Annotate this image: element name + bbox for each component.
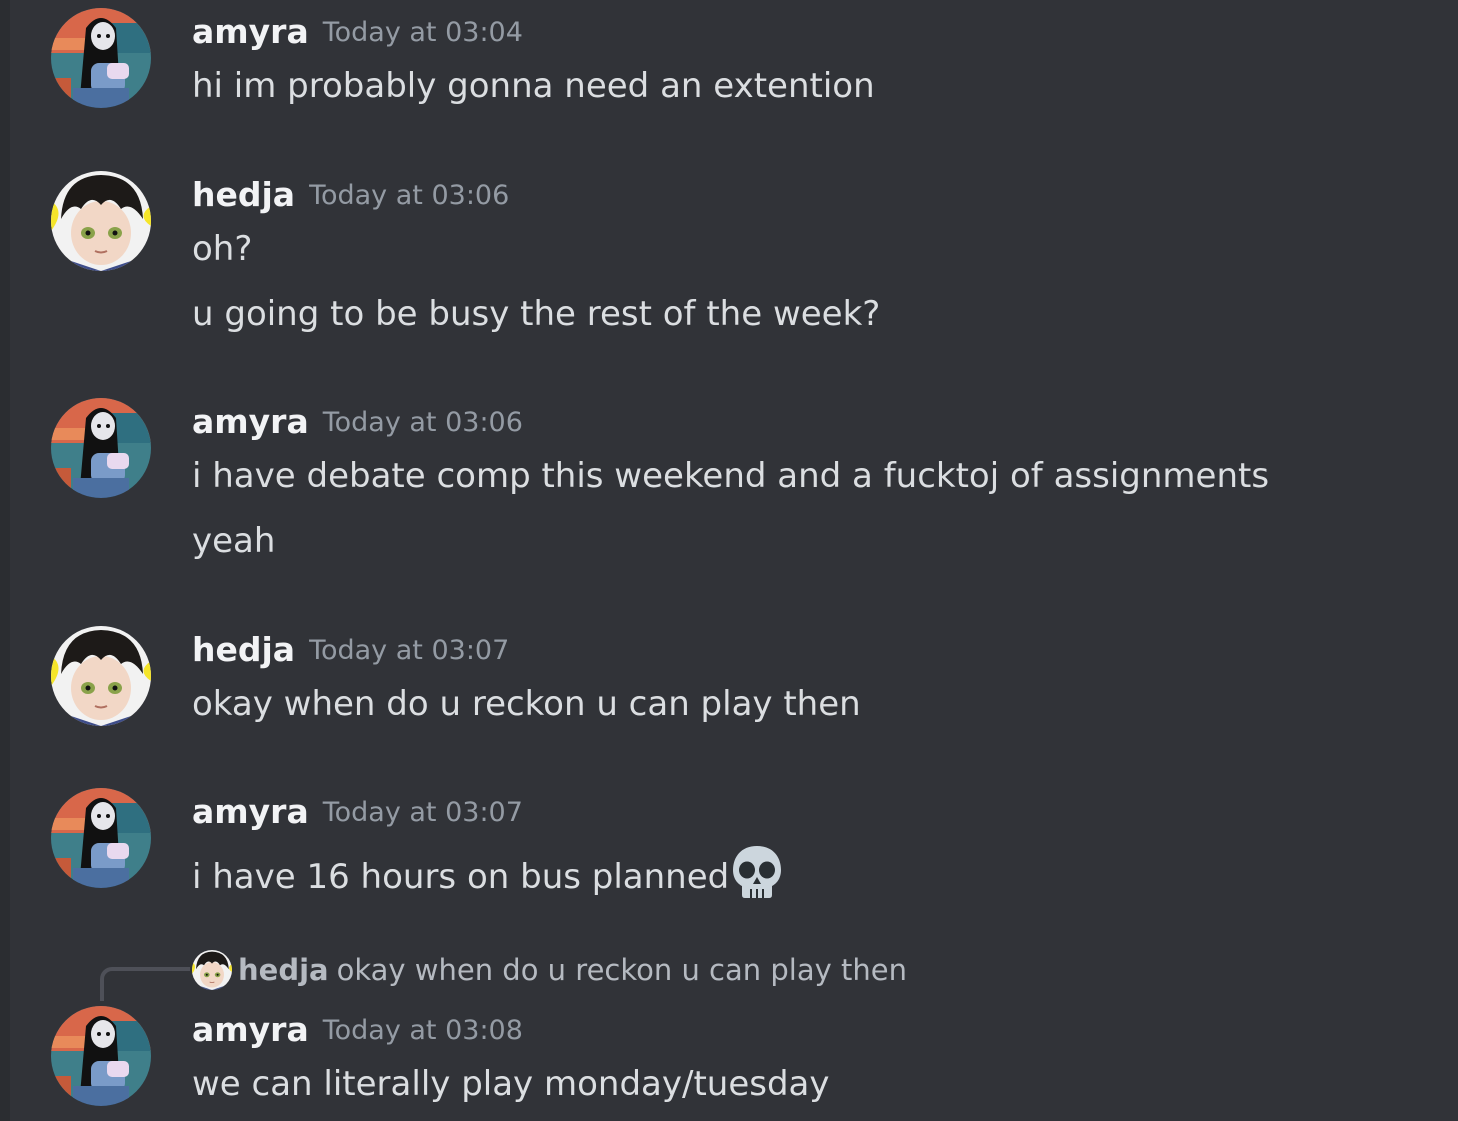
timestamp[interactable]: Today at 03:04 (323, 17, 523, 48)
message-text: i have 16 hours on bus planned (192, 844, 783, 900)
author-name[interactable]: amyra (192, 402, 309, 441)
reply-text[interactable]: okay when do u reckon u can play then (337, 953, 907, 987)
hedja-avatar-icon[interactable] (192, 950, 232, 990)
skull-emoji[interactable] (731, 844, 783, 900)
timestamp[interactable]: Today at 03:08 (323, 1015, 523, 1046)
message-text: u going to be busy the rest of the week? (192, 294, 881, 334)
reply-preview[interactable]: hedja okay when do u reckon u can play th… (192, 948, 907, 992)
author-name[interactable]: amyra (192, 792, 309, 831)
message-header: amyra Today at 03:04 (192, 12, 523, 53)
message-text: oh? (192, 229, 253, 269)
message-text: hi im probably gonna need an extention (192, 66, 875, 106)
message-header: amyra Today at 03:07 (192, 792, 523, 833)
message-header: amyra Today at 03:08 (192, 1010, 523, 1051)
message-text: we can literally play monday/tuesday (192, 1064, 830, 1104)
sidebar-edge (0, 0, 10, 1121)
message-header: hedja Today at 03:06 (192, 175, 509, 216)
author-name[interactable]: hedja (192, 630, 295, 669)
message-list[interactable]: amyra Today at 03:04 hi im probably gonna… (10, 0, 1458, 1121)
message-text: yeah (192, 521, 276, 561)
message-header: amyra Today at 03:06 (192, 402, 523, 443)
amyra-avatar-icon[interactable] (51, 8, 151, 108)
message-text: i have debate comp this weekend and a fu… (192, 456, 1270, 496)
author-name[interactable]: hedja (192, 175, 295, 214)
hedja-avatar-icon[interactable] (51, 171, 151, 271)
reply-spine (100, 967, 190, 1001)
timestamp[interactable]: Today at 03:06 (323, 407, 523, 438)
message-text: okay when do u reckon u can play then (192, 684, 861, 724)
author-name[interactable]: amyra (192, 12, 309, 51)
author-name[interactable]: amyra (192, 1010, 309, 1049)
amyra-avatar-icon[interactable] (51, 1006, 151, 1106)
message-header: hedja Today at 03:07 (192, 630, 509, 671)
timestamp[interactable]: Today at 03:06 (309, 180, 509, 211)
amyra-avatar-icon[interactable] (51, 398, 151, 498)
timestamp[interactable]: Today at 03:07 (309, 635, 509, 666)
amyra-avatar-icon[interactable] (51, 788, 151, 888)
message-text-content: i have 16 hours on bus planned (192, 857, 730, 897)
reply-author[interactable]: hedja (238, 953, 329, 987)
timestamp[interactable]: Today at 03:07 (323, 797, 523, 828)
hedja-avatar-icon[interactable] (51, 626, 151, 726)
